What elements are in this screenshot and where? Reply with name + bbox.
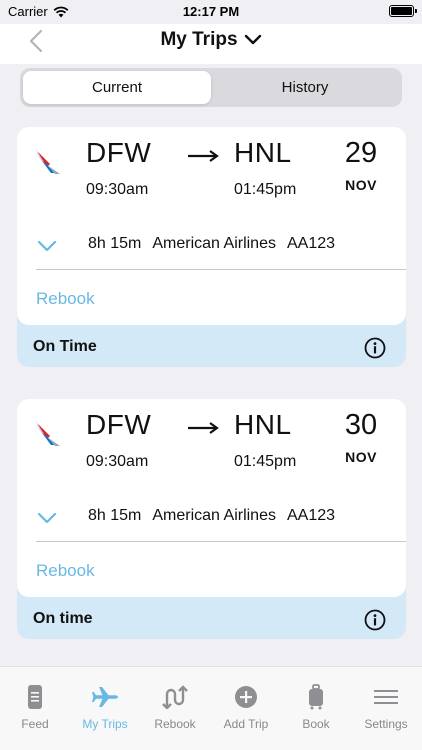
tab-label: Settings xyxy=(364,717,408,731)
page-title: My Trips xyxy=(160,29,238,50)
clock: 12:17 PM xyxy=(182,4,240,19)
tab-book[interactable]: Book xyxy=(281,683,351,731)
american-airlines-logo-icon xyxy=(35,151,60,174)
arrival-time: 01:45pm xyxy=(234,181,297,198)
departure-time: 09:30am xyxy=(86,181,149,198)
divider xyxy=(36,269,406,270)
rebook-icon xyxy=(140,683,210,711)
trip-day: 30 xyxy=(344,409,378,441)
flight-status: On time xyxy=(33,610,93,627)
tab-label: Feed xyxy=(21,717,49,731)
tab-settings[interactable]: Settings xyxy=(351,683,421,731)
tab-label: Book xyxy=(302,717,330,731)
tab-current[interactable]: Current xyxy=(23,71,211,104)
trip-card-body: DFW HNL 09:30am 01:45pm 30 NOV 8h 15m Am… xyxy=(17,399,406,597)
trip-card[interactable]: DFW HNL 09:30am 01:45pm 29 NOV 8h 15m Am… xyxy=(17,127,406,367)
flight-number: AA123 xyxy=(286,507,336,524)
trips-title-dropdown[interactable]: My Trips xyxy=(0,29,422,51)
origin-code: DFW xyxy=(86,137,152,168)
arrival-time: 01:45pm xyxy=(234,453,297,470)
tab-my-trips[interactable]: My Trips xyxy=(70,683,140,731)
add-icon xyxy=(211,683,281,711)
departure-time: 09:30am xyxy=(86,453,149,470)
info-icon[interactable] xyxy=(364,609,386,631)
tab-feed[interactable]: Feed xyxy=(0,683,70,731)
expand-chevron-icon[interactable] xyxy=(37,511,57,525)
expand-chevron-icon[interactable] xyxy=(37,239,57,253)
trip-card[interactable]: DFW HNL 09:30am 01:45pm 30 NOV 8h 15m Am… xyxy=(17,399,406,639)
plane-icon xyxy=(70,683,140,711)
luggage-icon xyxy=(281,683,351,711)
tab-label: Rebook xyxy=(154,717,196,731)
rebook-link[interactable]: Rebook xyxy=(36,561,95,581)
trip-card-body: DFW HNL 09:30am 01:45pm 29 NOV 8h 15m Am… xyxy=(17,127,406,325)
flight-duration: 8h 15m xyxy=(88,235,142,252)
american-airlines-logo-icon xyxy=(35,423,60,446)
trip-month: NOV xyxy=(345,449,377,465)
tab-label: My Trips xyxy=(82,717,128,731)
arrow-right-icon xyxy=(188,422,219,434)
tab-bar: Feed My Trips Rebook Add Trip Book Setti… xyxy=(0,666,422,750)
feed-icon xyxy=(0,683,70,711)
flight-details: 8h 15m American Airlines AA123 xyxy=(88,507,335,525)
tab-label: Add Trip xyxy=(223,717,269,731)
airline-name: American Airlines xyxy=(152,507,276,524)
destination-code: HNL xyxy=(234,137,292,168)
trip-day: 29 xyxy=(344,137,378,169)
status-bar: Carrier 12:17 PM xyxy=(0,0,422,24)
flight-number: AA123 xyxy=(286,235,336,252)
menu-icon xyxy=(351,683,421,711)
flight-details: 8h 15m American Airlines AA123 xyxy=(88,235,335,253)
info-icon[interactable] xyxy=(364,337,386,359)
chevron-down-icon xyxy=(244,34,261,45)
tab-rebook[interactable]: Rebook xyxy=(140,683,210,731)
trip-month: NOV xyxy=(345,177,377,193)
origin-code: DFW xyxy=(86,409,152,440)
rebook-link[interactable]: Rebook xyxy=(36,289,95,309)
airline-name: American Airlines xyxy=(152,235,276,252)
tab-add-trip[interactable]: Add Trip xyxy=(211,683,281,731)
flight-duration: 8h 15m xyxy=(88,507,142,524)
destination-code: HNL xyxy=(234,409,292,440)
nav-bar: My Trips xyxy=(0,24,422,64)
divider xyxy=(36,541,406,542)
trip-segment-control: Current History xyxy=(20,68,402,107)
battery-icon xyxy=(389,5,417,17)
tab-history[interactable]: History xyxy=(211,71,399,104)
flight-status: On Time xyxy=(33,338,97,355)
arrow-right-icon xyxy=(188,150,219,162)
